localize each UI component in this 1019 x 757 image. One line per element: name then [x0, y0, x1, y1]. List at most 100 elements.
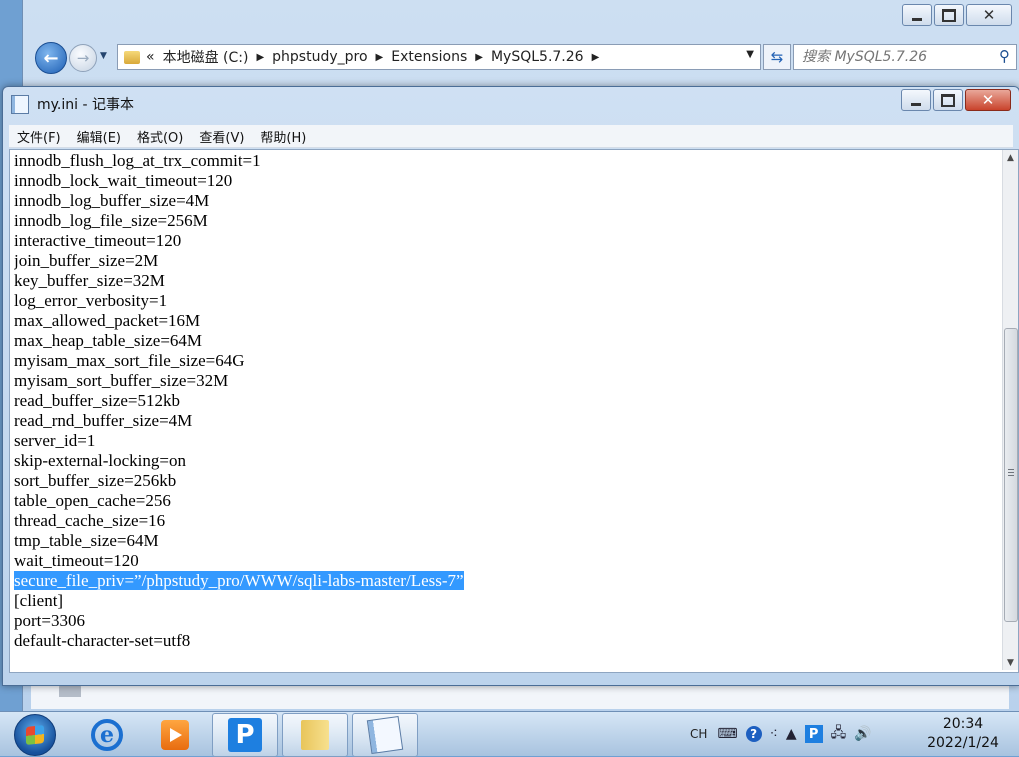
address-segment-mysql[interactable]: MySQL5.7.26 — [491, 49, 584, 65]
clock-date: 2022/1/24 — [927, 735, 999, 751]
notepad-close-button[interactable]: ✕ — [965, 89, 1011, 111]
search-input[interactable] — [794, 48, 994, 66]
text-line[interactable]: myisam_max_sort_file_size=64G — [14, 351, 999, 371]
text-line[interactable]: sort_buffer_size=256kb — [14, 471, 999, 491]
refresh-icon: ⇆ — [770, 48, 784, 66]
scrollbar-thumb[interactable] — [1004, 328, 1018, 622]
text-line-content: server_id=1 — [14, 431, 96, 450]
text-line-content: join_buffer_size=2M — [14, 251, 159, 270]
address-bar[interactable]: « 本地磁盘 (C:) ▶ phpstudy_pro ▶ Extensions … — [117, 44, 761, 70]
menu-format[interactable]: 格式(O) — [129, 127, 191, 146]
history-dropdown-icon[interactable]: ▼ — [100, 51, 110, 61]
text-line[interactable]: innodb_flush_log_at_trx_commit=1 — [14, 151, 999, 171]
explorer-maximize-button[interactable] — [934, 4, 964, 26]
text-line-content: max_heap_table_size=64M — [14, 331, 203, 350]
forward-button[interactable]: → — [69, 44, 97, 72]
text-line[interactable]: [client] — [14, 591, 999, 611]
text-line[interactable]: key_buffer_size=32M — [14, 271, 999, 291]
notepad-window: my.ini - 记事本 ✕ 文件(F) 编辑(E) 格式(O) 查看(V) 帮… — [2, 86, 1019, 686]
keyboard-icon[interactable]: ⌨ — [717, 726, 737, 742]
minimize-icon — [912, 17, 922, 21]
taskbar-media-player[interactable] — [142, 713, 208, 757]
text-line[interactable]: myisam_sort_buffer_size=32M — [14, 371, 999, 391]
menu-help[interactable]: 帮助(H) — [252, 127, 314, 146]
clock-time: 20:34 — [942, 716, 984, 732]
taskbar-phpstudy[interactable]: P — [212, 713, 278, 757]
address-segment-drive[interactable]: 本地磁盘 (C:) — [163, 47, 249, 67]
explorer-close-button[interactable]: ✕ — [966, 4, 1012, 26]
phpstudy-tray-icon[interactable]: P — [804, 725, 823, 743]
help-icon[interactable]: ? — [745, 726, 762, 742]
text-line[interactable]: default-character-set=utf8 — [14, 631, 999, 651]
menu-edit[interactable]: 编辑(E) — [69, 127, 129, 146]
text-line[interactable]: max_heap_table_size=64M — [14, 331, 999, 351]
explorer-minimize-button[interactable] — [902, 4, 932, 26]
scroll-up-icon[interactable]: ▲ — [1003, 150, 1018, 165]
maximize-icon — [942, 8, 956, 22]
text-line-content: port=3306 — [14, 611, 85, 630]
taskbar-ie[interactable]: e — [74, 713, 140, 757]
text-line[interactable]: thread_cache_size=16 — [14, 511, 999, 531]
text-line[interactable]: tmp_table_size=64M — [14, 531, 999, 551]
chevron-right-icon[interactable]: ▶ — [376, 52, 384, 63]
window-title: my.ini - 记事本 — [37, 97, 134, 113]
text-line[interactable]: max_allowed_packet=16M — [14, 311, 999, 331]
text-line[interactable]: interactive_timeout=120 — [14, 231, 999, 251]
menu-view[interactable]: 查看(V) — [191, 127, 252, 146]
text-line[interactable]: server_id=1 — [14, 431, 999, 451]
text-line[interactable]: skip-external-locking=on — [14, 451, 999, 471]
notepad-icon[interactable] — [11, 94, 29, 114]
start-button[interactable] — [14, 714, 56, 756]
search-box[interactable]: ⚲ — [793, 44, 1017, 70]
chevron-right-icon[interactable]: ▶ — [592, 52, 600, 63]
address-segment-extensions[interactable]: Extensions — [391, 49, 467, 65]
text-line[interactable]: innodb_log_buffer_size=4M — [14, 191, 999, 211]
show-hidden-icons-icon[interactable]: ▲ — [786, 726, 797, 742]
text-line[interactable]: log_error_verbosity=1 — [14, 291, 999, 311]
notepad-titlebar: my.ini - 记事本 — [11, 93, 134, 115]
ime-options-icon[interactable]: ⁖ — [770, 726, 778, 742]
address-segment-phpstudy[interactable]: phpstudy_pro — [272, 49, 367, 65]
language-indicator[interactable]: CH — [690, 727, 707, 741]
windows-logo-icon — [26, 725, 44, 745]
notepad-minimize-button[interactable] — [901, 89, 931, 111]
text-line[interactable]: join_buffer_size=2M — [14, 251, 999, 271]
clock[interactable]: 20:34 2022/1/24 — [918, 715, 1008, 753]
network-icon[interactable]: 🖧 — [831, 722, 847, 746]
volume-icon[interactable]: 🔊 — [854, 726, 871, 742]
scroll-down-icon[interactable]: ▼ — [1003, 655, 1018, 670]
text-line[interactable]: read_buffer_size=512kb — [14, 391, 999, 411]
address-overflow[interactable]: « — [146, 49, 155, 65]
taskbar-explorer[interactable] — [282, 713, 348, 757]
taskbar-notepad[interactable] — [352, 713, 418, 757]
minimize-icon — [911, 102, 921, 106]
search-icon[interactable]: ⚲ — [999, 47, 1010, 65]
text-line-content: table_open_cache=256 — [14, 491, 171, 510]
chevron-right-icon[interactable]: ▶ — [475, 52, 483, 63]
selected-text-line[interactable]: secure_file_priv=”/phpstudy_pro/WWW/sqli… — [14, 571, 999, 591]
text-line[interactable]: port=3306 — [14, 611, 999, 631]
text-line[interactable]: innodb_lock_wait_timeout=120 — [14, 171, 999, 191]
text-line-content: sort_buffer_size=256kb — [14, 471, 177, 490]
back-button[interactable]: ← — [35, 42, 67, 74]
menu-file[interactable]: 文件(F) — [9, 127, 69, 146]
text-editor[interactable]: innodb_flush_log_at_trx_commit=1 innodb_l… — [9, 149, 1019, 673]
text-line[interactable]: innodb_log_file_size=256M — [14, 211, 999, 231]
phpstudy-icon: P — [228, 718, 262, 752]
text-content[interactable]: innodb_flush_log_at_trx_commit=1 innodb_l… — [14, 151, 999, 666]
text-line[interactable]: read_rnd_buffer_size=4M — [14, 411, 999, 431]
address-dropdown-icon[interactable]: ▼ — [746, 49, 754, 60]
notepad-maximize-button[interactable] — [933, 89, 963, 111]
chevron-right-icon[interactable]: ▶ — [256, 52, 264, 63]
text-line[interactable]: table_open_cache=256 — [14, 491, 999, 511]
text-line-content: read_rnd_buffer_size=4M — [14, 411, 193, 430]
internet-explorer-icon: e — [91, 719, 123, 751]
vertical-scrollbar[interactable]: ▲ ▼ — [1002, 150, 1018, 670]
text-line-content: secure_file_priv=”/phpstudy_pro/WWW/sqli… — [14, 571, 464, 590]
text-line-content: interactive_timeout=120 — [14, 231, 182, 250]
text-line-content: innodb_log_file_size=256M — [14, 211, 208, 230]
notepad-icon — [366, 715, 404, 755]
text-line[interactable]: wait_timeout=120 — [14, 551, 999, 571]
text-line-content: innodb_flush_log_at_trx_commit=1 — [14, 151, 261, 170]
refresh-button[interactable]: ⇆ — [763, 44, 791, 70]
